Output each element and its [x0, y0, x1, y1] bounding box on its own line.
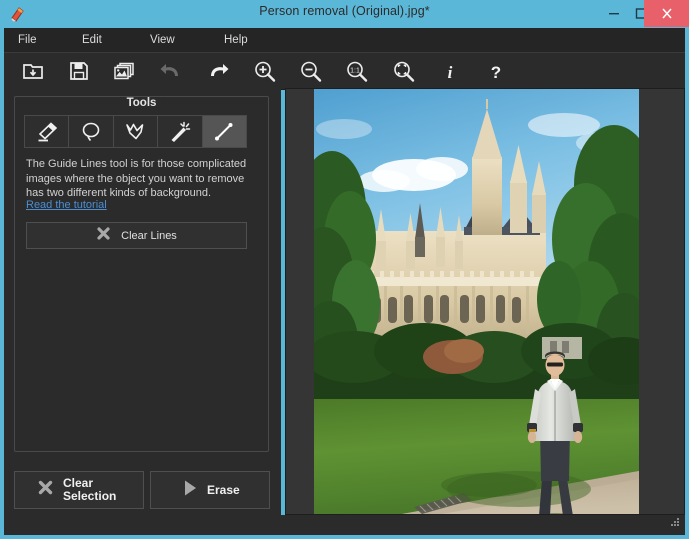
polygon-lasso-icon — [125, 123, 143, 139]
close-button[interactable] — [644, 0, 689, 27]
save-icon — [70, 62, 88, 80]
application-window: Person removal (Original).jpg* File Edit… — [0, 0, 689, 539]
menu-item-help[interactable]: Help — [224, 28, 248, 52]
photo-canvas[interactable] — [314, 89, 639, 514]
tool-button-polygon[interactable] — [113, 116, 159, 147]
undo-button[interactable] — [156, 56, 186, 86]
tool-button-row — [24, 115, 247, 148]
zoom-actual-icon: 1:1 — [347, 61, 368, 82]
gallery-icon — [114, 62, 134, 80]
svg-text:?: ? — [491, 63, 501, 82]
tool-description: The Guide Lines tool is for those compli… — [26, 158, 247, 199]
gallery-button[interactable] — [110, 56, 140, 86]
svg-text:i: i — [448, 63, 453, 82]
menu-item-edit[interactable]: Edit — [82, 28, 102, 52]
menu-bar: File Edit View Help — [4, 28, 685, 52]
cross-icon — [37, 479, 54, 501]
zoom-fit-icon — [394, 61, 415, 82]
zoom-actual-size-button[interactable]: 1:1 — [342, 56, 372, 86]
info-button[interactable]: i — [435, 56, 465, 86]
tools-group-box: Tools The Guide Lines tool is for those … — [14, 96, 269, 452]
title-bar[interactable]: Person removal (Original).jpg* — [0, 0, 689, 28]
window-title: Person removal (Original).jpg* — [259, 4, 430, 18]
tool-button-guide-lines[interactable] — [202, 116, 247, 147]
zoom-fit-button[interactable] — [389, 56, 419, 86]
read-tutorial-link[interactable]: Read the tutorial — [26, 199, 107, 211]
tool-button-magic-wand[interactable] — [158, 116, 203, 147]
undo-icon — [160, 64, 178, 76]
tool-button-lasso[interactable] — [69, 116, 114, 147]
toolbar: 1:1 i ? — [4, 52, 685, 90]
magic-wand-icon — [171, 121, 191, 142]
open-image-button[interactable] — [18, 56, 48, 86]
open-image-icon — [23, 64, 43, 79]
clear-selection-label: Clear Selection — [63, 477, 116, 503]
clear-selection-label-line1: Clear — [63, 476, 94, 490]
zoom-in-icon — [255, 61, 276, 82]
marker-icon — [38, 121, 57, 141]
zoom-out-button[interactable] — [296, 56, 326, 86]
photo-image — [314, 89, 639, 514]
play-triangle-icon — [183, 479, 198, 502]
tools-side-panel: Tools The Guide Lines tool is for those … — [4, 88, 281, 515]
zoom-in-button[interactable] — [250, 56, 280, 86]
guide-lines-icon — [215, 122, 233, 140]
menu-item-file[interactable]: File — [18, 28, 37, 52]
clear-lines-label: Clear Lines — [121, 229, 177, 242]
resize-grip-icon[interactable] — [669, 515, 681, 533]
save-button[interactable] — [64, 56, 94, 86]
help-button[interactable]: ? — [481, 56, 511, 86]
menu-item-view[interactable]: View — [150, 28, 175, 52]
clear-selection-button[interactable]: Clear Selection — [14, 471, 144, 509]
zoom-out-icon — [301, 61, 322, 82]
cross-icon — [96, 226, 111, 246]
clear-selection-label-line2: Selection — [63, 489, 117, 503]
tool-button-marker[interactable] — [25, 116, 70, 147]
svg-text:1:1: 1:1 — [350, 68, 360, 75]
help-icon: ? — [491, 63, 501, 82]
clear-lines-button[interactable]: Clear Lines — [26, 222, 247, 249]
info-icon: i — [448, 63, 453, 82]
erase-button[interactable]: Erase — [150, 471, 270, 509]
status-bar — [4, 515, 685, 535]
redo-icon — [211, 64, 229, 76]
image-canvas-area[interactable] — [285, 88, 685, 515]
lasso-icon — [82, 122, 100, 141]
tools-group-title: Tools — [119, 97, 164, 109]
redo-button[interactable] — [204, 56, 234, 86]
erase-label: Erase — [207, 482, 240, 497]
